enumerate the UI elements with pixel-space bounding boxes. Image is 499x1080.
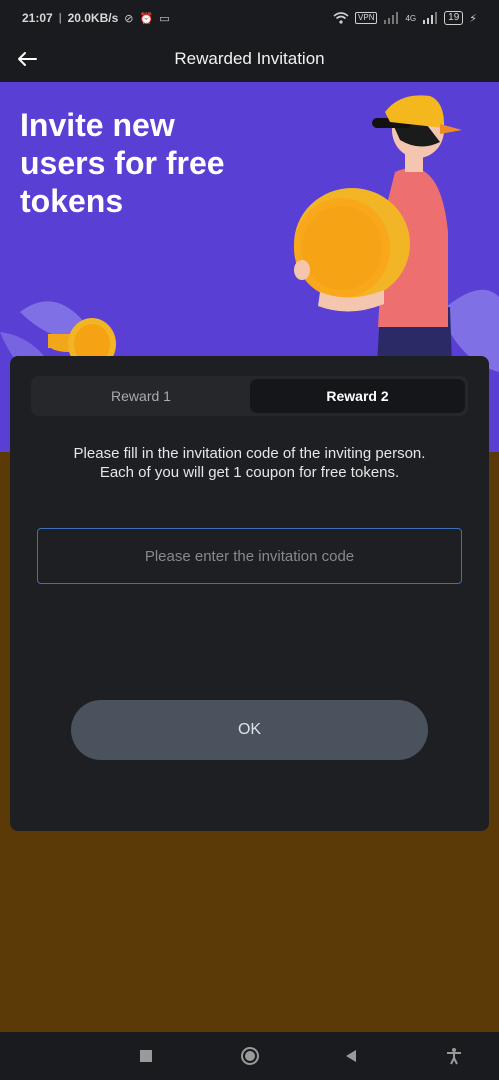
keyboard-icon: ▭ <box>159 12 170 25</box>
network-speed: 20.0KB/s <box>67 11 119 25</box>
invitation-code-input[interactable] <box>37 528 462 584</box>
description-line-1: Please fill in the invitation code of th… <box>73 445 426 462</box>
nav-back-button[interactable] <box>339 1044 363 1068</box>
recents-button[interactable] <box>134 1044 158 1068</box>
status-left: 21:07 | 20.0KB/s ⊘ ⏰ ▭ <box>22 11 170 25</box>
wifi-icon <box>333 12 349 24</box>
tab-reward-2[interactable]: Reward 2 <box>250 379 465 413</box>
app-bar: Rewarded Invitation <box>0 36 499 82</box>
back-button[interactable] <box>12 44 42 74</box>
hero-title: Invite new users for free tokens <box>20 107 225 219</box>
status-right: VPN 4G 19 ⚡ <box>333 11 477 25</box>
invite-card: Reward 1 Reward 2 Please fill in the inv… <box>10 356 489 831</box>
alarm-icon: ⏰ <box>139 12 154 25</box>
back-triangle-icon <box>346 1050 356 1062</box>
home-button[interactable] <box>238 1044 262 1068</box>
signal-icon-2 <box>423 12 438 24</box>
reward-tabs: Reward 1 Reward 2 <box>31 376 468 416</box>
home-circle-icon <box>241 1047 259 1065</box>
status-bar: 21:07 | 20.0KB/s ⊘ ⏰ ▭ VPN 4G 19 ⚡ <box>0 0 499 36</box>
tab-reward-1[interactable]: Reward 1 <box>34 379 248 413</box>
signal-icon <box>384 12 399 24</box>
vpn-badge: VPN <box>355 12 378 24</box>
network-type: 4G <box>405 13 417 23</box>
status-time: 21:07 <box>22 11 53 25</box>
sync-off-icon: ⊘ <box>124 12 134 25</box>
accessibility-button[interactable] <box>442 1044 466 1068</box>
accessibility-icon <box>447 1048 461 1065</box>
recents-square-icon <box>140 1050 152 1062</box>
ok-button[interactable]: OK <box>71 700 428 760</box>
system-nav-bar <box>0 1032 499 1080</box>
charging-icon: ⚡ <box>469 12 477 25</box>
page-title: Rewarded Invitation <box>174 49 325 68</box>
invite-description: Please fill in the invitation code of th… <box>30 444 469 482</box>
description-line-2: Each of you will get 1 coupon for free t… <box>99 464 400 481</box>
arrow-left-icon <box>18 52 37 66</box>
battery-icon: 19 <box>444 11 464 25</box>
